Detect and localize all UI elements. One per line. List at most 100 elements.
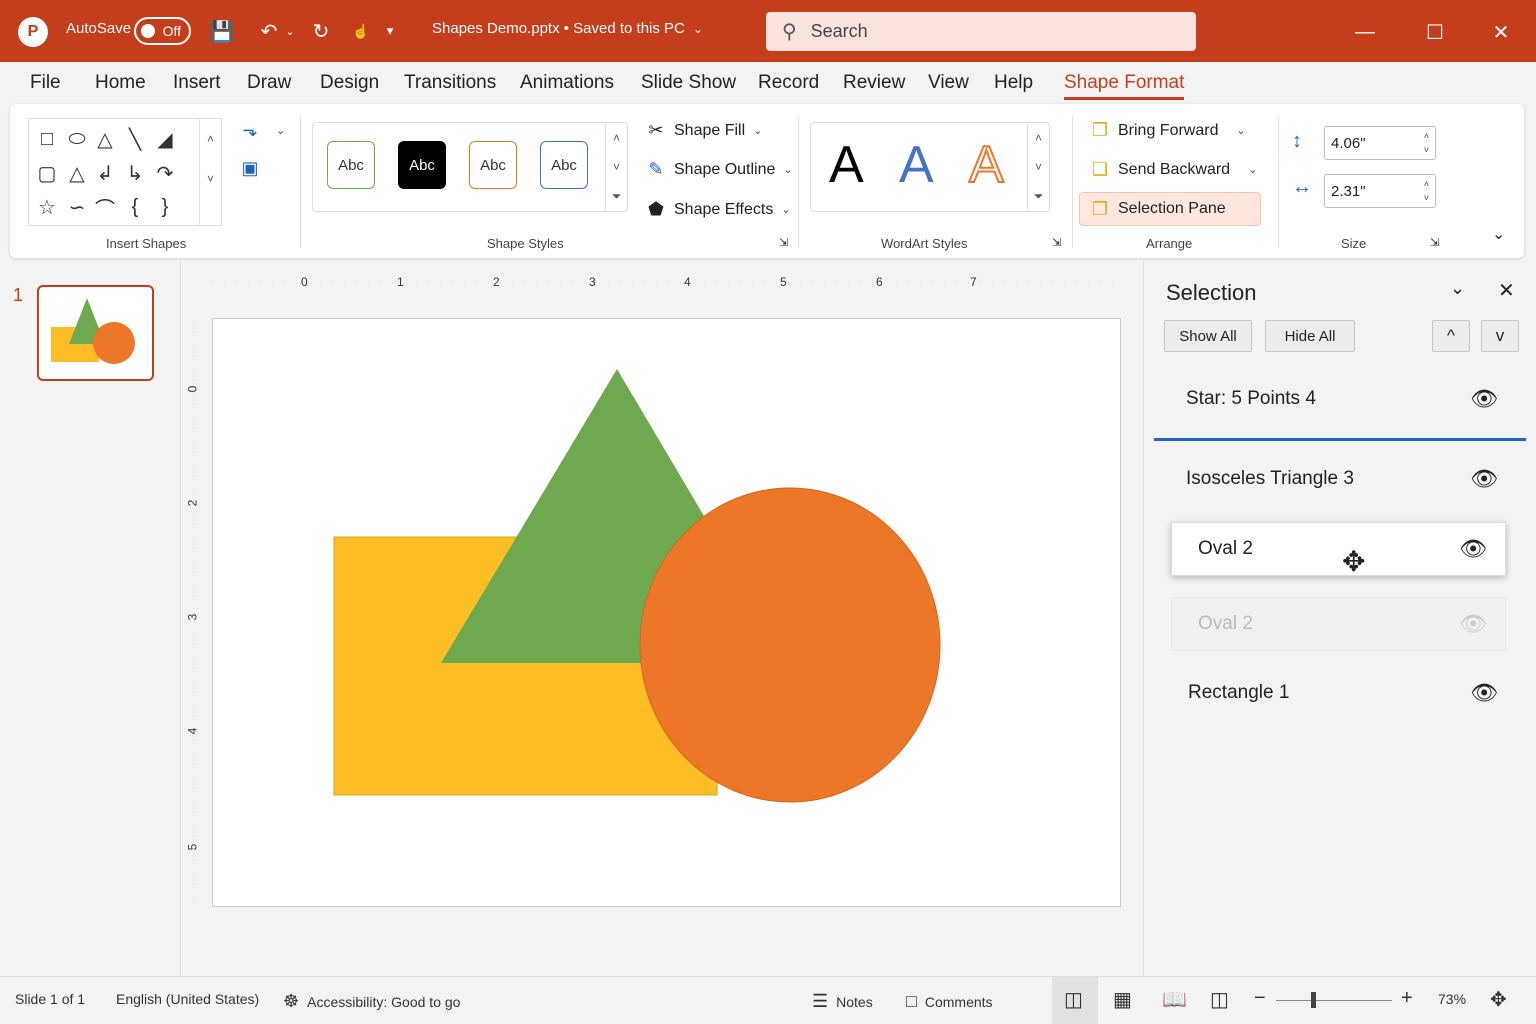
style-swatch-blue[interactable]: Abc xyxy=(540,141,588,189)
scroll-down-icon[interactable]: ˅ xyxy=(207,172,214,186)
dialog-launcher-icon[interactable]: ⇲ xyxy=(779,236,788,249)
document-title[interactable]: Shapes Demo.pptx • Saved to this PC ⌄ xyxy=(432,20,703,37)
left-brace-icon[interactable]: { xyxy=(121,193,149,221)
language-indicator[interactable]: English (United States) xyxy=(116,991,259,1007)
hide-all-button[interactable]: Hide All xyxy=(1265,320,1355,352)
customize-toolbar-icon[interactable]: ▾ xyxy=(376,17,404,45)
slide-thumbnail[interactable] xyxy=(37,285,154,381)
eye-icon[interactable]: 👁 xyxy=(1459,536,1487,562)
normal-view-icon[interactable]: ◫ xyxy=(1064,987,1083,1012)
zoom-slider-track[interactable] xyxy=(1276,1000,1392,1001)
reading-view-icon[interactable]: 📖 xyxy=(1162,987,1187,1012)
notes-button[interactable]: ☰ Notes xyxy=(812,991,873,1012)
zoom-level[interactable]: 73% xyxy=(1438,991,1466,1007)
height-spinner[interactable]: ˄ ˅ xyxy=(1424,129,1429,157)
shapes-gallery-scroll[interactable]: ˄ ˅ xyxy=(199,119,221,225)
more-icon[interactable]: ⏷ xyxy=(612,189,622,204)
arc-shape-icon[interactable]: ⌒ xyxy=(91,193,119,221)
shape-fill-button[interactable]: ✂ Shape Fill ⌄ xyxy=(646,120,762,141)
edit-shape-button[interactable]: ⬎ ⌄ xyxy=(240,120,285,141)
scroll-up-icon[interactable]: ˄ xyxy=(613,131,620,145)
selection-item-oval-dragging[interactable]: Oval 2 👁 xyxy=(1171,522,1506,576)
line-shape-icon[interactable]: ╲ xyxy=(121,125,149,153)
maximize-icon[interactable]: ☐ xyxy=(1418,15,1452,49)
wordart-black[interactable]: A xyxy=(829,135,864,195)
slide-canvas[interactable] xyxy=(212,318,1121,907)
fit-to-window-icon[interactable]: ✥ xyxy=(1490,987,1507,1012)
slide-show-icon[interactable]: ◫ xyxy=(1210,987,1229,1012)
scroll-up-icon[interactable]: ˄ xyxy=(1035,131,1042,145)
scroll-down-icon[interactable]: ˅ xyxy=(1035,160,1042,174)
selection-item-rectangle[interactable]: Rectangle 1 👁 xyxy=(1154,666,1516,720)
pane-options-icon[interactable]: ⌄ xyxy=(1450,278,1465,299)
show-all-button[interactable]: Show All xyxy=(1164,320,1252,352)
comments-button[interactable]: □ Comments xyxy=(906,991,993,1012)
selection-item-triangle[interactable]: Isosceles Triangle 3 👁 xyxy=(1154,452,1516,506)
tab-draw[interactable]: Draw xyxy=(247,72,291,94)
touch-mode-icon[interactable]: ☝ xyxy=(347,17,375,45)
styles-gallery-scroll[interactable]: ˄ ˅ ⏷ xyxy=(605,123,627,211)
rectangle-shape-icon[interactable]: □ xyxy=(33,125,61,153)
shape-width-input[interactable]: 2.31" ˄ ˅ xyxy=(1324,174,1436,208)
tab-animations[interactable]: Animations xyxy=(520,72,614,94)
eye-icon[interactable]: 👁 xyxy=(1470,386,1498,412)
style-swatch-orange[interactable]: Abc xyxy=(469,141,517,189)
send-backward-button[interactable]: ❏ Send Backward ⌄ xyxy=(1090,159,1257,180)
send-backward-pane-button[interactable]: v xyxy=(1481,320,1519,352)
autosave-toggle[interactable]: Off xyxy=(134,17,191,45)
wordart-gallery-scroll[interactable]: ˄ ˅ ⏷ xyxy=(1027,123,1049,211)
tab-transitions[interactable]: Transitions xyxy=(404,72,496,94)
tab-help[interactable]: Help xyxy=(994,72,1033,94)
right-brace-icon[interactable]: } xyxy=(151,193,179,221)
dialog-launcher-icon[interactable]: ⇲ xyxy=(1052,236,1061,249)
elbow-connector-icon[interactable]: ↲ xyxy=(91,159,119,187)
style-swatch-black[interactable]: Abc xyxy=(398,141,446,189)
minimize-icon[interactable]: — xyxy=(1348,15,1382,49)
style-swatch-green[interactable]: Abc xyxy=(327,141,375,189)
shape-outline-button[interactable]: ✎ Shape Outline ⌄ xyxy=(646,159,792,180)
tab-home[interactable]: Home xyxy=(95,72,146,94)
more-icon[interactable]: ⏷ xyxy=(1034,189,1044,204)
triangle-shape-icon[interactable]: △ xyxy=(91,125,119,153)
scroll-down-icon[interactable]: ˅ xyxy=(613,160,620,174)
close-icon[interactable]: ✕ xyxy=(1484,15,1518,49)
undo-dropdown-icon[interactable]: ⌄ xyxy=(283,17,297,45)
isosceles-triangle-shape-icon[interactable]: △ xyxy=(63,159,91,187)
save-icon[interactable]: 💾 xyxy=(208,17,236,45)
zoom-out-icon[interactable]: − xyxy=(1254,987,1266,1010)
tab-file[interactable]: File xyxy=(30,72,61,94)
selection-item-star[interactable]: Star: 5 Points 4 👁 xyxy=(1154,372,1516,426)
right-triangle-shape-icon[interactable]: ◢ xyxy=(151,125,179,153)
search-input[interactable]: ⚲ Search xyxy=(766,12,1196,51)
slide-sorter-icon[interactable]: ▦ xyxy=(1113,987,1132,1012)
oval-shape-icon[interactable]: ⬭ xyxy=(63,125,91,153)
eye-icon[interactable]: 👁 xyxy=(1470,680,1498,706)
tab-shape-format[interactable]: Shape Format xyxy=(1064,72,1185,100)
zoom-in-icon[interactable]: + xyxy=(1401,987,1413,1010)
tab-record[interactable]: Record xyxy=(758,72,819,94)
width-spinner[interactable]: ˄ ˅ xyxy=(1424,177,1429,205)
shape-effects-button[interactable]: ⬟ Shape Effects ⌄ xyxy=(646,199,790,220)
rounded-rectangle-shape-icon[interactable]: ▢ xyxy=(33,159,61,187)
wordart-orange-outline[interactable]: A xyxy=(968,135,1005,195)
star-shape-icon[interactable]: ☆ xyxy=(33,193,61,221)
curved-connector-icon[interactable]: ↷ xyxy=(151,159,179,187)
collapse-ribbon-icon[interactable]: ⌄ xyxy=(1492,224,1505,244)
accessibility-checker[interactable]: ☸ Accessibility: Good to go xyxy=(283,991,460,1012)
draw-text-box-button[interactable]: ▣ xyxy=(240,158,268,179)
tab-insert[interactable]: Insert xyxy=(173,72,221,94)
tab-design[interactable]: Design xyxy=(320,72,379,94)
scroll-up-icon[interactable]: ˄ xyxy=(207,132,214,146)
tab-view[interactable]: View xyxy=(928,72,969,94)
tab-slide-show[interactable]: Slide Show xyxy=(641,72,736,94)
dialog-launcher-icon[interactable]: ⇲ xyxy=(1430,236,1439,249)
shape-height-input[interactable]: 4.06" ˄ ˅ xyxy=(1324,126,1436,160)
close-pane-icon[interactable]: ✕ xyxy=(1498,278,1515,303)
wordart-blue[interactable]: A xyxy=(899,135,934,195)
selection-pane-button[interactable]: ❐ Selection Pane xyxy=(1079,192,1261,226)
zoom-slider-thumb[interactable] xyxy=(1311,992,1316,1008)
elbow-arrow-connector-icon[interactable]: ↳ xyxy=(121,159,149,187)
undo-icon[interactable]: ↶ xyxy=(255,17,283,45)
bring-forward-button[interactable]: ❐ Bring Forward ⌄ xyxy=(1090,120,1246,141)
bring-forward-pane-button[interactable]: ^ xyxy=(1432,320,1470,352)
